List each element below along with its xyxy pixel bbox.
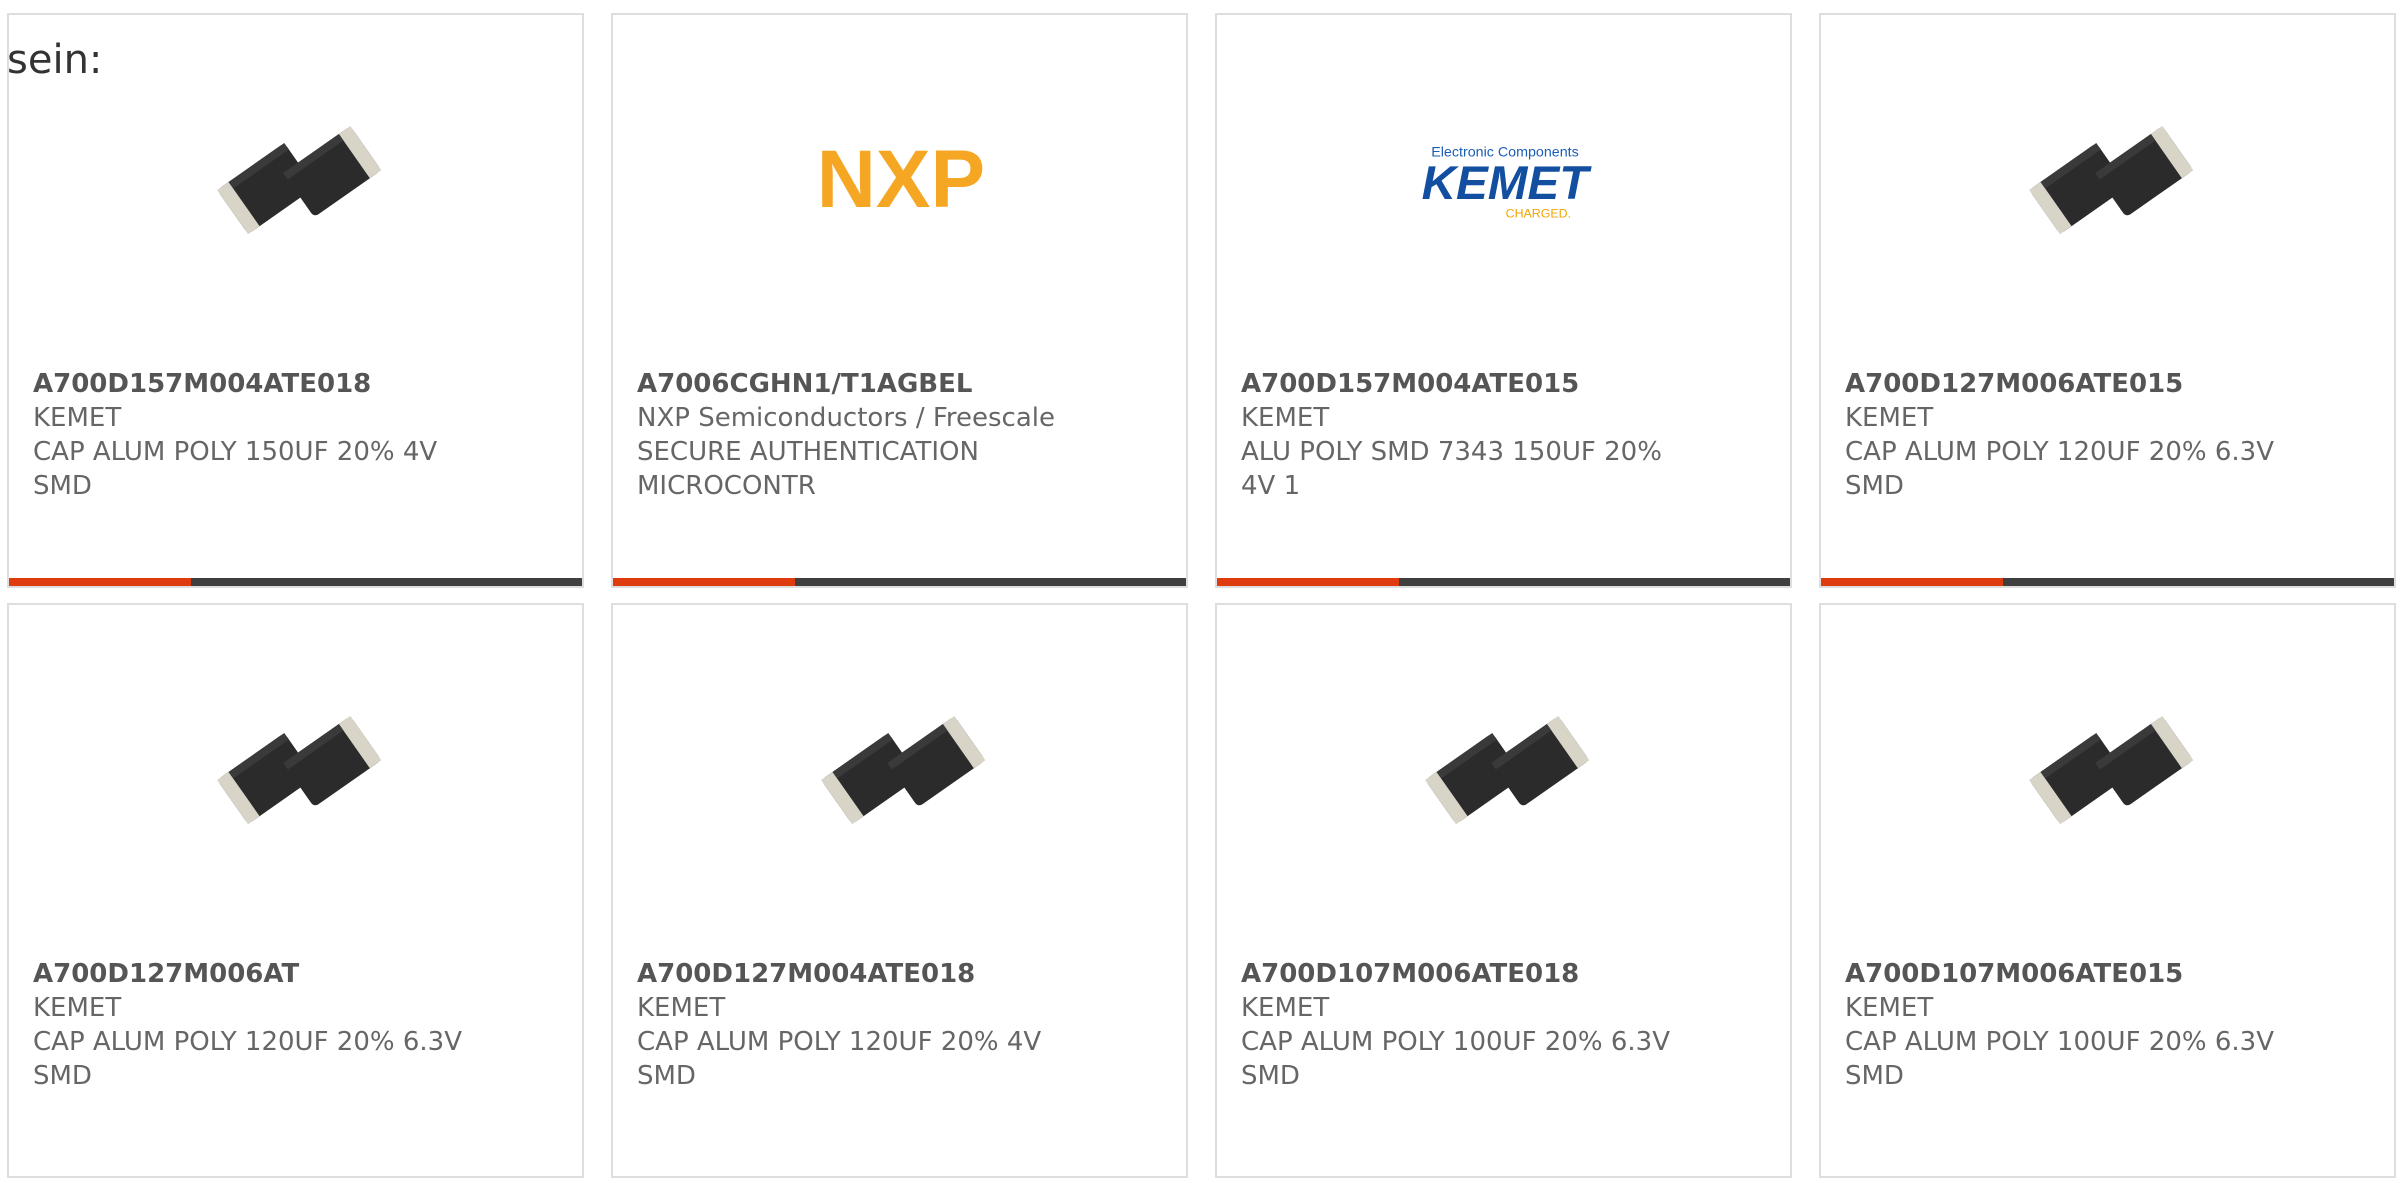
product-card[interactable]: A700D107M006ATE015 KEMET CAP ALUM POLY 1… <box>1819 603 2396 1178</box>
nxp-logo: NXP <box>801 83 1001 283</box>
product-card[interactable]: Electronic Components KEMET CHARGED. A70… <box>1215 13 1792 588</box>
capacitor-image <box>197 83 397 283</box>
card-bar <box>9 578 582 586</box>
nxp-logo-text: NXP <box>817 134 985 225</box>
product-card[interactable]: A700D127M006ATE015 KEMET CAP ALUM POLY 1… <box>1819 13 2396 588</box>
part-number[interactable]: A7006CGHN1/T1AGBEL <box>637 369 972 399</box>
part-number[interactable]: A700D127M006AT <box>33 959 299 989</box>
product-card[interactable]: A700D127M006AT KEMET CAP ALUM POLY 120UF… <box>7 603 584 1178</box>
capacitor-image <box>801 673 1001 873</box>
description: CAP ALUM POLY 120UF 20% 6.3V SMD <box>33 1027 462 1091</box>
description: SECURE AUTHENTICATION MICROCONTR <box>637 437 979 501</box>
card-bar <box>1217 578 1790 586</box>
part-number[interactable]: A700D127M004ATE018 <box>637 959 975 989</box>
manufacturer: KEMET <box>33 993 122 1023</box>
manufacturer: KEMET <box>1845 993 1934 1023</box>
part-number[interactable]: A700D157M004ATE015 <box>1241 369 1579 399</box>
kemet-logo-name: KEMET <box>1422 157 1593 210</box>
description: ALU POLY SMD 7343 150UF 20% 4V 1 <box>1241 437 1662 501</box>
manufacturer: KEMET <box>1845 403 1934 433</box>
manufacturer: KEMET <box>33 403 122 433</box>
product-card[interactable]: NXP A7006CGHN1/T1AGBEL NXP Semiconductor… <box>611 13 1188 588</box>
capacitor-image <box>2009 673 2209 873</box>
manufacturer: KEMET <box>1241 403 1330 433</box>
capacitor-image <box>197 673 397 873</box>
kemet-logo: Electronic Components KEMET CHARGED. <box>1405 83 1605 283</box>
product-card[interactable]: A700D157M004ATE018 KEMET CAP ALUM POLY 1… <box>7 13 584 588</box>
manufacturer: NXP Semiconductors / Freescale <box>637 403 1056 433</box>
description: CAP ALUM POLY 120UF 20% 6.3V SMD <box>1845 437 2274 501</box>
description: CAP ALUM POLY 150UF 20% 4V SMD <box>33 437 438 501</box>
card-bar <box>1821 578 2394 586</box>
manufacturer: KEMET <box>1241 993 1330 1023</box>
part-number[interactable]: A700D157M004ATE018 <box>33 369 371 399</box>
kemet-logo-charged: CHARGED. <box>1506 206 1571 220</box>
description: CAP ALUM POLY 120UF 20% 4V SMD <box>637 1027 1042 1091</box>
product-card[interactable]: A700D127M004ATE018 KEMET CAP ALUM POLY 1… <box>611 603 1188 1178</box>
description: CAP ALUM POLY 100UF 20% 6.3V SMD <box>1241 1027 1670 1091</box>
capacitor-image <box>2009 83 2209 283</box>
part-number[interactable]: A700D107M006ATE018 <box>1241 959 1579 989</box>
part-number[interactable]: A700D107M006ATE015 <box>1845 959 2183 989</box>
manufacturer: KEMET <box>637 993 726 1023</box>
description: CAP ALUM POLY 100UF 20% 6.3V SMD <box>1845 1027 2274 1091</box>
product-card[interactable]: A700D107M006ATE018 KEMET CAP ALUM POLY 1… <box>1215 603 1792 1178</box>
capacitor-image <box>1405 673 1605 873</box>
intro-text: sein: <box>7 37 103 83</box>
card-bar <box>613 578 1186 586</box>
part-number[interactable]: A700D127M006ATE015 <box>1845 369 2183 399</box>
